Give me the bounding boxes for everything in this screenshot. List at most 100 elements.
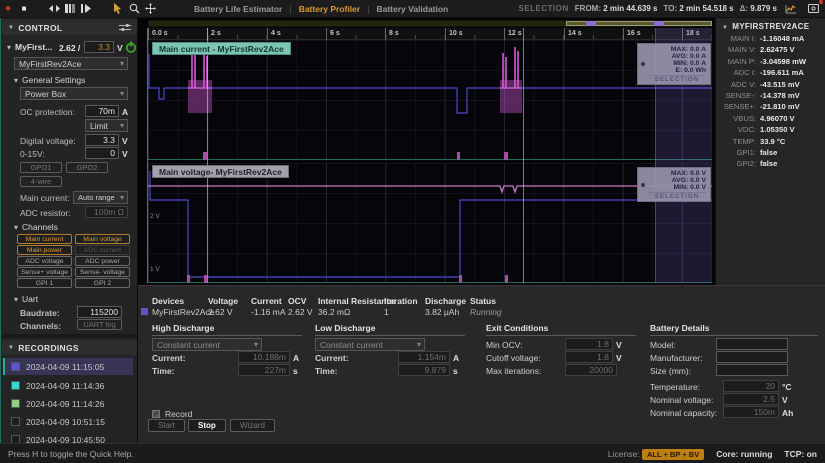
main-current-range-select[interactable]: Auto range bbox=[73, 191, 128, 204]
channel-gpi2[interactable]: GPI 2 bbox=[75, 278, 130, 288]
channel-adc-voltage[interactable]: ADC voltage bbox=[17, 256, 72, 266]
aux-voltage-field[interactable]: 0 bbox=[85, 147, 119, 159]
digital-voltage-field[interactable]: 3.3 bbox=[85, 134, 119, 146]
recording-color-swatch[interactable] bbox=[11, 381, 20, 390]
channel-sense-minus-voltage[interactable]: Sense- voltage bbox=[75, 267, 130, 277]
recording-color-swatch[interactable] bbox=[11, 399, 20, 408]
baudrate-label: Baudrate: bbox=[20, 308, 60, 318]
play-to-end-icon[interactable] bbox=[78, 2, 94, 16]
telemetry-value: -21.810 mV bbox=[760, 102, 800, 112]
recordings-section-header[interactable]: RECORDINGS bbox=[2, 340, 137, 355]
stop-icon[interactable]: ■ bbox=[16, 2, 32, 16]
low-current-field: 1.154m bbox=[398, 351, 450, 363]
high-discharge-mode-select[interactable]: Constant current bbox=[152, 338, 262, 351]
gpo1-button[interactable]: GPO1 bbox=[20, 162, 62, 173]
col-status: Status bbox=[470, 296, 496, 306]
tab-battery-life-estimator[interactable]: Battery Life Estimator bbox=[194, 4, 282, 14]
telemetry-label: ADC I: bbox=[733, 68, 756, 78]
ruler-tick: 6 s bbox=[326, 28, 340, 40]
telemetry-value: false bbox=[760, 159, 778, 169]
channel-gpi1[interactable]: GPI 1 bbox=[17, 278, 72, 288]
uart-log-button[interactable]: UART log bbox=[77, 319, 122, 330]
y-axis-tick: 2 V bbox=[150, 213, 160, 220]
license-badge[interactable]: ALL + BP + BV bbox=[641, 448, 705, 460]
power-button[interactable] bbox=[125, 41, 137, 53]
channel-main-voltage[interactable]: Main voltage bbox=[75, 234, 130, 244]
recording-row[interactable]: 2024-04-09 11:15:05 bbox=[3, 358, 133, 375]
record-icon[interactable]: ● bbox=[0, 2, 16, 16]
battery-details-header: Battery Details bbox=[650, 323, 818, 336]
pan-move-icon[interactable] bbox=[142, 2, 158, 16]
aux-voltage-label: 0-15V: bbox=[20, 149, 45, 159]
record-checkbox[interactable]: ✓ bbox=[152, 410, 160, 418]
cell-device[interactable]: MyFirstRev2Ace bbox=[152, 307, 214, 317]
device-measured-voltage: 2.62 / bbox=[59, 43, 81, 53]
zoom-tool-icon[interactable] bbox=[126, 2, 142, 16]
recording-row[interactable]: 2024-04-09 10:51:15 bbox=[3, 413, 133, 430]
telemetry-header[interactable]: MYFIRSTREV2ACE bbox=[716, 18, 825, 33]
start-button[interactable]: Start bbox=[148, 419, 185, 432]
telemetry-value: 2.62475 V bbox=[760, 45, 795, 55]
channel-main-power[interactable]: Main power bbox=[17, 245, 72, 255]
current-chart-label[interactable]: Main current - MyFirstRev2Ace bbox=[152, 42, 291, 55]
panels-view-icon[interactable] bbox=[62, 2, 78, 16]
channel-main-current[interactable]: Main current bbox=[17, 234, 72, 244]
timeline-overview[interactable] bbox=[148, 20, 712, 27]
current-selection-stats[interactable]: MAX: 0.0 A AVG: 0.0 A MIN: 0.0 A E: 0.0 … bbox=[637, 43, 711, 85]
gpo2-button[interactable]: GPO2 bbox=[66, 162, 108, 173]
box-mode-select[interactable]: Power Box bbox=[20, 87, 128, 100]
high-discharge-mode: Constant current bbox=[157, 340, 220, 350]
selection-info: SELECTION FROM: 2 min 44.639 s TO: 2 min… bbox=[519, 0, 825, 16]
general-settings-collapse[interactable]: General Settings bbox=[14, 75, 85, 85]
stats-drag-handle[interactable] bbox=[641, 62, 645, 66]
stats-drag-handle[interactable] bbox=[641, 182, 645, 187]
tab-battery-validation[interactable]: Battery Validation bbox=[376, 4, 448, 14]
channel-adc-power[interactable]: ADC power bbox=[75, 256, 130, 266]
voltage-chart[interactable]: Main voltage- MyFirstRev2Ace 2 V 1 V MAX… bbox=[148, 163, 712, 283]
main-current-range-value: Auto range bbox=[78, 193, 115, 202]
supply-voltage-field[interactable]: 3.3 bbox=[84, 41, 114, 53]
analytics-icon[interactable] bbox=[783, 2, 799, 16]
telemetry-value: false bbox=[760, 148, 778, 158]
channel-sense-plus-voltage[interactable]: Sense+ voltage bbox=[17, 267, 72, 277]
graph-area[interactable]: 0.0 s 2 s 4 s 6 s 8 s 10 s 12 s 14 s 16 … bbox=[138, 18, 715, 285]
manufacturer-field[interactable] bbox=[716, 351, 788, 363]
voltage-selection-stats[interactable]: MAX: 0.0 V AVG: 0.0 V MIN: 0.0 V SELECTI… bbox=[637, 167, 711, 202]
screenshot-icon[interactable] bbox=[805, 0, 823, 16]
recording-row[interactable]: 2024-04-09 11:14:36 bbox=[3, 377, 133, 394]
cursor-select-icon[interactable] bbox=[110, 2, 126, 16]
uart-label: Uart bbox=[22, 294, 39, 304]
size-field[interactable] bbox=[716, 364, 788, 376]
stat-max: MAX: 0.0 V bbox=[670, 170, 706, 177]
oc-mode-select[interactable]: Limit bbox=[85, 119, 128, 132]
four-wire-button[interactable]: 4-wire bbox=[20, 176, 62, 187]
sliders-icon[interactable] bbox=[119, 23, 131, 32]
uart-collapse[interactable]: Uart bbox=[14, 294, 38, 304]
recording-row[interactable]: 2024-04-09 11:14:26 bbox=[3, 395, 133, 412]
channel-adc-current[interactable]: ADC current bbox=[75, 245, 130, 255]
y-axis-tick: 1 V bbox=[150, 266, 160, 273]
model-field[interactable] bbox=[716, 338, 788, 350]
voltage-chart-label[interactable]: Main voltage- MyFirstRev2Ace bbox=[152, 165, 289, 178]
wizard-button[interactable]: Wizard bbox=[230, 419, 275, 432]
fit-horizontal-icon[interactable] bbox=[46, 2, 62, 16]
stop-button[interactable]: Stop bbox=[188, 419, 226, 432]
channels-collapse[interactable]: Channels bbox=[14, 222, 58, 232]
recording-color-swatch[interactable] bbox=[11, 417, 20, 426]
time-ruler[interactable]: 0.0 s 2 s 4 s 6 s 8 s 10 s 12 s 14 s 16 … bbox=[148, 28, 712, 40]
stat-min: MIN: 0.0 V bbox=[673, 184, 706, 191]
device-select[interactable]: MyFirstRev2Ace bbox=[14, 57, 128, 70]
ruler-tick: 0.0 s bbox=[148, 28, 168, 40]
model-label: Model: bbox=[650, 340, 676, 350]
recording-color-swatch[interactable] bbox=[11, 362, 20, 371]
current-chart[interactable]: Main current - MyFirstRev2Ace MAX: 0.0 A… bbox=[148, 40, 712, 160]
device-collapse[interactable]: MyFirst... bbox=[7, 42, 52, 52]
oc-protection-field[interactable]: 70m bbox=[85, 105, 119, 117]
nominal-voltage-field: 2.5 bbox=[723, 393, 779, 405]
tab-battery-profiler[interactable]: Battery Profiler bbox=[299, 4, 360, 14]
baudrate-field[interactable]: 115200 bbox=[77, 306, 122, 318]
section-divider bbox=[2, 334, 137, 338]
recording-label: 2024-04-09 11:14:36 bbox=[26, 380, 105, 391]
control-section-header[interactable]: CONTROL bbox=[2, 20, 137, 35]
low-discharge-mode-select[interactable]: Constant current bbox=[315, 338, 425, 351]
